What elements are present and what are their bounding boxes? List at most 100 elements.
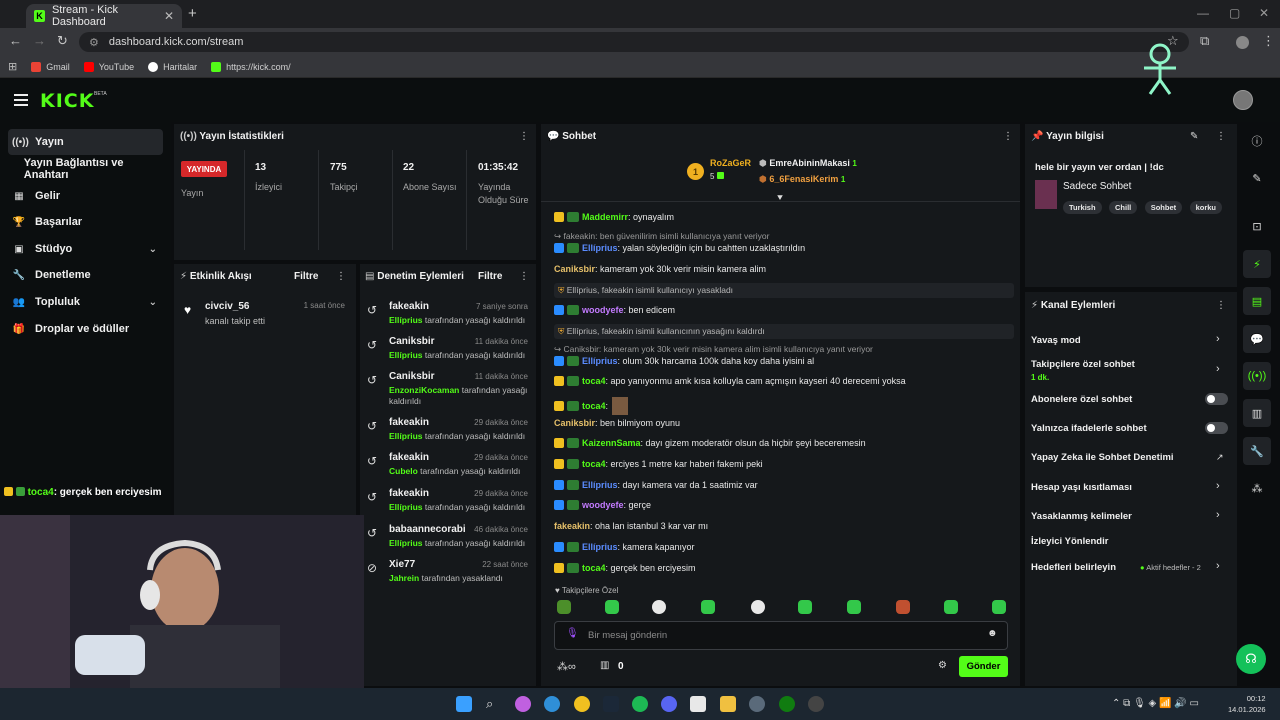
emote-9-icon[interactable] — [944, 600, 958, 614]
chat-username[interactable]: KaizennSama — [582, 438, 641, 448]
browser-tab[interactable]: K Stream - Kick Dashboard ✕ — [26, 4, 182, 28]
steam-icon[interactable] — [603, 696, 619, 712]
tag[interactable]: Turkish — [1063, 201, 1102, 214]
edit-pencil-icon[interactable]: ✎ — [1190, 131, 1198, 142]
app-icon[interactable] — [690, 696, 706, 712]
moderation-user[interactable]: Caniksbir — [389, 371, 435, 382]
back-icon[interactable]: ← — [9, 33, 22, 48]
extensions-icon[interactable]: ⧉ — [1200, 33, 1209, 49]
settings-gear-icon[interactable] — [749, 696, 765, 712]
emote-3-icon[interactable] — [652, 600, 666, 614]
chat-username[interactable]: Maddemirr — [582, 212, 628, 222]
emote-1-icon[interactable] — [557, 600, 571, 614]
search-icon[interactable]: ⌕ — [486, 696, 502, 712]
banned-words-item[interactable]: Yasaklanmış kelimeler — [1031, 511, 1132, 522]
bookmark-kick[interactable]: https://kick.com/ — [211, 61, 291, 72]
chat-username[interactable]: Ellíprius — [582, 356, 618, 366]
sidebar-item-yayin[interactable]: ((•)) Yayın — [8, 129, 163, 155]
moderation-filter-button[interactable]: Filtre — [478, 271, 502, 282]
emote-2-icon[interactable] — [605, 600, 619, 614]
discord-icon[interactable] — [661, 696, 677, 712]
chat-username[interactable]: Caniksbir — [554, 264, 595, 274]
moderation-user[interactable]: fakeakin — [389, 417, 429, 428]
chat-settings-icon[interactable]: ⚙ — [938, 660, 947, 671]
sidebar-item-studyo[interactable]: ▣ Stüdyo ⌄ — [8, 236, 163, 262]
emote-4-icon[interactable] — [701, 600, 715, 614]
moderation-user[interactable]: fakeakin — [389, 452, 429, 463]
chat-username[interactable]: fakeakin — [554, 521, 590, 531]
edge-icon[interactable] — [544, 696, 560, 712]
chevron-right-icon[interactable]: › — [1216, 560, 1220, 572]
emote-5-icon[interactable] — [751, 600, 765, 614]
profile-icon[interactable] — [1236, 36, 1249, 49]
chevron-right-icon[interactable]: › — [1216, 333, 1220, 345]
file-explorer-icon[interactable] — [720, 696, 736, 712]
moderation-menu-icon[interactable]: ⋮ — [519, 271, 529, 282]
top-user-1-name[interactable]: RoZaGeR — [710, 158, 751, 168]
user-avatar[interactable] — [1233, 90, 1253, 110]
close-tab-icon[interactable]: ✕ — [164, 9, 174, 23]
forward-icon[interactable]: → — [33, 33, 46, 48]
collapse-arrow-icon[interactable]: ⯆ — [776, 193, 784, 204]
follower-chat-item[interactable]: Takipçilere özel sohbet 1 dk. — [1031, 359, 1135, 382]
sidebar-item-topluluk[interactable]: 👥 Topluluk ⌄ — [8, 289, 163, 315]
sidebar-item-droplar[interactable]: 🎁 Droplar ve ödüller — [8, 316, 163, 342]
moderation-user[interactable]: fakeakin — [389, 488, 429, 499]
users-infinity-icon[interactable]: ⁂∞ — [557, 660, 576, 673]
moderation-user[interactable]: babaannecorabi — [389, 524, 466, 535]
screen-capture-icon[interactable]: ⊡ — [1243, 212, 1271, 240]
microphone-icon[interactable]: 🎙 — [566, 628, 579, 639]
event-filter-button[interactable]: Filtre — [294, 271, 318, 282]
pencil-icon[interactable]: ✎ — [1243, 164, 1271, 192]
stream-info-menu-icon[interactable]: ⋮ — [1216, 131, 1226, 142]
emote-chat-toggle[interactable] — [1205, 422, 1228, 434]
external-link-icon[interactable]: ↗ — [1216, 452, 1224, 463]
kick-logo[interactable]: KICK — [40, 90, 94, 112]
support-headset-icon[interactable]: ☊ — [1236, 644, 1266, 674]
ai-moderation-item[interactable]: Yapay Zeka ile Sohbet Denetimi — [1031, 452, 1174, 463]
chat-username[interactable]: Ellíprius — [582, 243, 618, 253]
store-icon[interactable]: ▥ — [600, 660, 609, 671]
sidebar-item-basarilar[interactable]: 🏆 Başarılar — [8, 209, 163, 235]
chat-username[interactable]: toca4 — [582, 563, 606, 573]
quick-action-doc-icon[interactable]: ▤ — [1243, 287, 1271, 315]
site-info-icon[interactable]: ⚙ — [89, 36, 99, 49]
chat-username[interactable]: Caniksbir — [554, 418, 595, 428]
obs-icon[interactable] — [808, 696, 824, 712]
chat-menu-icon[interactable]: ⋮ — [1003, 131, 1013, 142]
bookmark-maps[interactable]: Haritalar — [148, 61, 197, 72]
channel-actions-menu-icon[interactable]: ⋮ — [1216, 300, 1226, 311]
event-feed-menu-icon[interactable]: ⋮ — [336, 271, 346, 282]
xbox-icon[interactable] — [779, 696, 795, 712]
bookmark-youtube[interactable]: YouTube — [83, 61, 134, 72]
quick-action-chat-icon[interactable]: 💬 — [1243, 325, 1271, 353]
new-tab-icon[interactable]: + — [188, 5, 197, 22]
moderation-user[interactable]: Caniksbir — [389, 336, 435, 347]
sidebar-item-denetleme[interactable]: 🔧 Denetleme — [8, 262, 163, 288]
chat-username[interactable]: woodyefe — [582, 500, 624, 510]
chevron-right-icon[interactable]: › — [1216, 363, 1220, 375]
browser-menu-icon[interactable]: ⋮ — [1262, 33, 1275, 49]
emote-7-icon[interactable] — [847, 600, 861, 614]
chat-username[interactable]: toca4 — [582, 376, 606, 386]
category-name[interactable]: Sadece Sohbet — [1063, 181, 1131, 192]
tag[interactable]: Chill — [1109, 201, 1138, 214]
quick-action-users-icon[interactable]: ⁂ — [1243, 474, 1271, 502]
moderation-user[interactable]: fakeakin — [389, 301, 429, 312]
top-user-2[interactable]: ⬢ EmreAbininMakasi 1 — [759, 158, 857, 169]
emote-6-icon[interactable] — [798, 600, 812, 614]
send-button[interactable]: Gönder — [959, 656, 1008, 677]
chat-username[interactable]: Ellíprius — [582, 480, 618, 490]
quick-action-broadcast-icon[interactable]: ((•)) — [1243, 362, 1271, 390]
account-age-item[interactable]: Hesap yaşı kısıtlaması — [1031, 482, 1132, 493]
reload-icon[interactable]: ↻ — [57, 33, 68, 49]
goals-item[interactable]: Hedefleri belirleyin — [1031, 562, 1116, 573]
chat-username[interactable]: woodyefe — [582, 305, 624, 315]
quick-action-store-icon[interactable]: ▥ — [1243, 399, 1271, 427]
emoji-icon[interactable]: ☻ — [987, 628, 998, 639]
minimize-icon[interactable]: — — [1197, 6, 1209, 20]
sidebar-item-gelir[interactable]: ▦ Gelir — [8, 183, 163, 209]
quick-action-bolt-icon[interactable]: ⚡ — [1243, 250, 1271, 278]
tag[interactable]: Sohbet — [1144, 201, 1183, 214]
spotify-icon[interactable] — [632, 696, 648, 712]
